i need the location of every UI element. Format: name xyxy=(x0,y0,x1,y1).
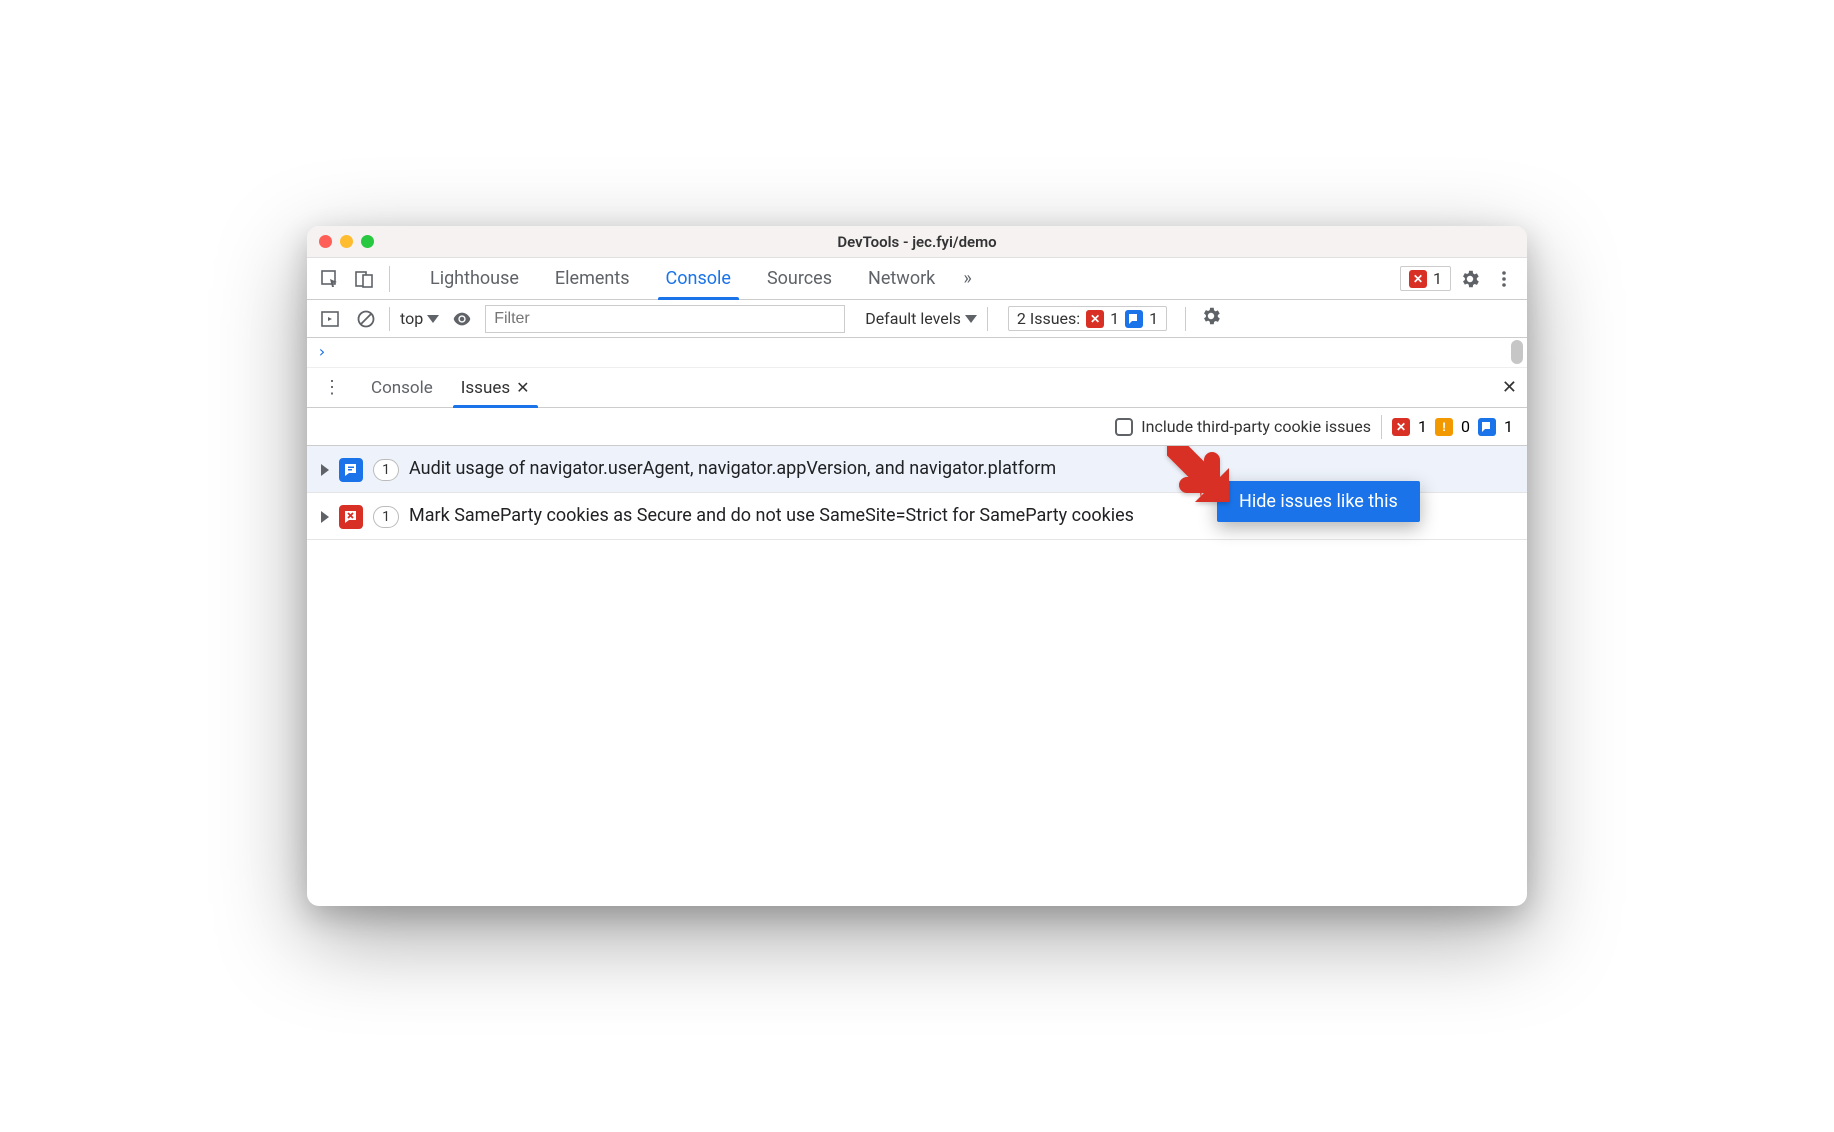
include-third-party-checkbox[interactable]: Include third-party cookie issues xyxy=(1115,417,1371,436)
console-settings-button[interactable] xyxy=(1200,305,1222,332)
drawer-tab-issues[interactable]: Issues ✕ xyxy=(447,368,544,407)
divider xyxy=(1381,415,1382,439)
context-menu-item-hide-issues[interactable]: Hide issues like this xyxy=(1217,481,1420,522)
issues-info-count: 1 xyxy=(1149,309,1158,328)
error-icon: ✕ xyxy=(1086,310,1104,328)
issue-count-pill: 1 xyxy=(373,506,399,528)
context-menu-label: Hide issues like this xyxy=(1239,491,1398,512)
settings-button[interactable] xyxy=(1455,264,1485,294)
warning-icon: ! xyxy=(1435,418,1453,436)
console-toolbar: top Default levels 2 Issues: ✕ 1 1 xyxy=(307,300,1527,338)
error-count: 1 xyxy=(1433,269,1442,288)
prompt-chevron-icon: › xyxy=(317,342,327,361)
tab-console[interactable]: Console xyxy=(648,258,749,299)
titlebar: DevTools - jec.fyi/demo xyxy=(307,226,1527,258)
annotation-arrow-icon xyxy=(1167,446,1237,510)
tab-sources[interactable]: Sources xyxy=(749,258,850,299)
console-filter xyxy=(485,305,845,333)
main-tabs: Lighthouse Elements Console Sources Netw… xyxy=(412,258,982,299)
drawer-more-button[interactable]: ⋮ xyxy=(317,377,347,398)
checkbox-label: Include third-party cookie issues xyxy=(1141,417,1371,436)
info-icon xyxy=(1478,418,1496,436)
divider xyxy=(987,307,988,331)
info-icon xyxy=(1125,310,1143,328)
tab-elements[interactable]: Elements xyxy=(537,258,648,299)
checkbox-icon xyxy=(1115,418,1133,436)
divider xyxy=(389,307,390,331)
issues-toolbar: Include third-party cookie issues ✕ 1 ! … xyxy=(307,408,1527,446)
warning-count: 0 xyxy=(1461,417,1470,436)
device-toolbar-button[interactable] xyxy=(349,264,379,294)
tab-network[interactable]: Network xyxy=(850,258,953,299)
issue-count-pill: 1 xyxy=(373,459,399,481)
expand-icon[interactable] xyxy=(321,464,329,476)
context-label: top xyxy=(400,309,423,328)
error-icon: ✕ xyxy=(1409,270,1427,288)
inspect-element-button[interactable] xyxy=(315,264,345,294)
chevron-down-icon xyxy=(965,315,977,323)
more-menu-button[interactable] xyxy=(1489,264,1519,294)
clear-console-button[interactable] xyxy=(353,306,379,332)
divider xyxy=(1185,307,1186,331)
console-prompt[interactable]: › xyxy=(307,338,1527,368)
console-sidebar-toggle[interactable] xyxy=(317,306,343,332)
drawer-tabs: Console Issues ✕ xyxy=(357,368,544,407)
tabs-overflow-button[interactable]: » xyxy=(953,258,981,299)
drawer-tab-console[interactable]: Console xyxy=(357,368,447,407)
drawer-tab-label: Console xyxy=(371,378,433,398)
error-icon: ✕ xyxy=(1392,418,1410,436)
log-levels-selector[interactable]: Default levels xyxy=(865,309,977,328)
execution-context-selector[interactable]: top xyxy=(400,309,439,328)
error-count: 1 xyxy=(1418,417,1427,436)
divider xyxy=(389,266,390,292)
window-zoom-button[interactable] xyxy=(361,235,374,248)
window-title: DevTools - jec.fyi/demo xyxy=(837,233,996,251)
issues-label: 2 Issues: xyxy=(1017,309,1080,328)
drawer-tab-label: Issues xyxy=(461,378,510,398)
chevron-down-icon xyxy=(427,315,439,323)
window-close-button[interactable] xyxy=(319,235,332,248)
levels-label: Default levels xyxy=(865,309,961,328)
issue-title: Audit usage of navigator.userAgent, navi… xyxy=(409,456,1513,481)
live-expression-button[interactable] xyxy=(449,306,475,332)
tab-lighthouse[interactable]: Lighthouse xyxy=(412,258,537,299)
issues-counts: ✕ 1 ! 0 1 xyxy=(1392,417,1513,436)
scrollbar-thumb[interactable] xyxy=(1511,340,1523,364)
devtools-window: DevTools - jec.fyi/demo Lighthouse Eleme… xyxy=(307,226,1527,906)
main-tabbar: Lighthouse Elements Console Sources Netw… xyxy=(307,258,1527,300)
error-issue-icon xyxy=(339,505,363,529)
drawer-tabbar: ⋮ Console Issues ✕ ✕ xyxy=(307,368,1527,408)
issues-list: 1 Audit usage of navigator.userAgent, na… xyxy=(307,446,1527,906)
close-tab-icon[interactable]: ✕ xyxy=(516,378,529,397)
open-issues-button[interactable]: 2 Issues: ✕ 1 1 xyxy=(1008,306,1167,331)
info-issue-icon xyxy=(339,458,363,482)
console-filter-input[interactable] xyxy=(485,305,845,333)
expand-icon[interactable] xyxy=(321,511,329,523)
issues-error-count: 1 xyxy=(1110,309,1119,328)
error-counter[interactable]: ✕ 1 xyxy=(1400,266,1451,291)
close-drawer-button[interactable]: ✕ xyxy=(1502,377,1517,398)
window-minimize-button[interactable] xyxy=(340,235,353,248)
window-traffic-lights xyxy=(319,235,374,248)
info-count: 1 xyxy=(1504,417,1513,436)
